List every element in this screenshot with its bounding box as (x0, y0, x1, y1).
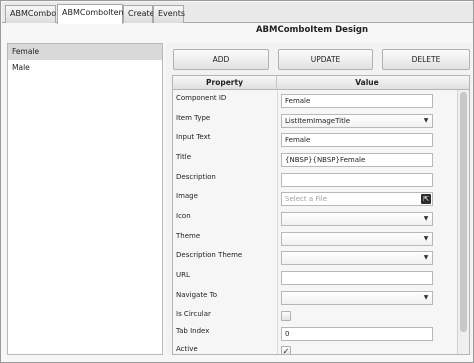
property-label: Tab Index (176, 327, 210, 335)
row-active: Active ✓ (173, 342, 469, 355)
item-type-select[interactable]: ListItemImageTitle ▼ (281, 114, 433, 128)
tab-create[interactable]: Create (123, 5, 155, 23)
icon-select[interactable]: ▼ (281, 212, 433, 226)
row-tab-index: Tab Index 0 (173, 324, 469, 344)
tab-abmcombo[interactable]: ABMCombo (5, 5, 56, 23)
property-label: Active (176, 345, 198, 353)
property-label: Input Text (176, 133, 211, 141)
row-title: Title {NBSP}{NBSP}Female (173, 150, 469, 170)
chevron-down-icon: ▼ (423, 235, 429, 242)
property-label: Icon (176, 212, 191, 220)
list-item-male[interactable]: Male (8, 60, 162, 76)
list-item-female[interactable]: Female (8, 44, 162, 60)
active-checkbox[interactable]: ✓ (281, 346, 291, 355)
add-button[interactable]: ADD (173, 49, 269, 70)
row-theme: Theme ▼ (173, 229, 469, 249)
property-label: Is Circular (176, 310, 211, 318)
input-text-field[interactable]: Female (281, 133, 433, 147)
property-label: Navigate To (176, 291, 217, 299)
property-label: Theme (176, 232, 201, 240)
page-title: ABMComboItem Design (255, 25, 369, 35)
row-component-id: Component ID Female (173, 91, 469, 111)
row-image: Image Select a File ⇱ (173, 189, 469, 209)
app-window: ABMCombo ABMComboItem Create Events ABMC… (0, 0, 474, 363)
update-button[interactable]: UPDATE (278, 49, 373, 70)
tab-bar: ABMCombo ABMComboItem Create Events (2, 2, 473, 24)
description-theme-select[interactable]: ▼ (281, 251, 433, 265)
property-label: URL (176, 271, 190, 279)
title-field[interactable]: {NBSP}{NBSP}Female (281, 153, 433, 167)
property-label: Description (176, 173, 216, 181)
image-placeholder: Select a File (285, 195, 328, 203)
url-field[interactable] (281, 271, 433, 285)
checkmark-icon: ✓ (282, 347, 290, 355)
item-type-value: ListItemImageTitle (285, 117, 351, 125)
row-description: Description (173, 170, 469, 190)
row-navigate-to: Navigate To ▼ (173, 288, 469, 308)
component-id-field[interactable]: Female (281, 94, 433, 108)
row-icon: Icon ▼ (173, 209, 469, 229)
row-url: URL (173, 268, 469, 288)
scrollbar-thumb[interactable] (460, 92, 467, 332)
image-file-field[interactable]: Select a File ⇱ (281, 192, 433, 206)
open-file-icon[interactable]: ⇱ (421, 194, 431, 204)
navigate-to-select[interactable]: ▼ (281, 291, 433, 305)
chevron-down-icon: ▼ (423, 215, 429, 222)
property-label: Item Type (176, 114, 211, 122)
items-list[interactable]: Female Male (7, 43, 163, 355)
tab-events[interactable]: Events (153, 5, 185, 23)
theme-select[interactable]: ▼ (281, 232, 433, 246)
description-field[interactable] (281, 173, 433, 187)
chevron-down-icon: ▼ (423, 254, 429, 261)
is-circular-checkbox[interactable] (281, 311, 291, 321)
property-table: Property Value Component ID Female Item … (172, 75, 470, 355)
tab-index-field[interactable]: 0 (281, 327, 433, 341)
property-label: Description Theme (176, 251, 243, 259)
tab-abmcomboitem[interactable]: ABMComboItem (57, 4, 126, 24)
table-header: Property Value (173, 76, 469, 90)
property-label: Title (176, 153, 192, 161)
vertical-scrollbar[interactable] (457, 90, 469, 354)
value-column-header: Value (355, 78, 379, 87)
chevron-down-icon: ▼ (423, 117, 429, 124)
property-label: Component ID (176, 94, 227, 102)
row-input-text: Input Text Female (173, 130, 469, 150)
delete-button[interactable]: DELETE (382, 49, 470, 70)
property-column-header: Property (173, 76, 277, 90)
row-item-type: Item Type ListItemImageTitle ▼ (173, 111, 469, 131)
row-description-theme: Description Theme ▼ (173, 248, 469, 268)
chevron-down-icon: ▼ (423, 294, 429, 301)
property-label: Image (176, 192, 198, 200)
